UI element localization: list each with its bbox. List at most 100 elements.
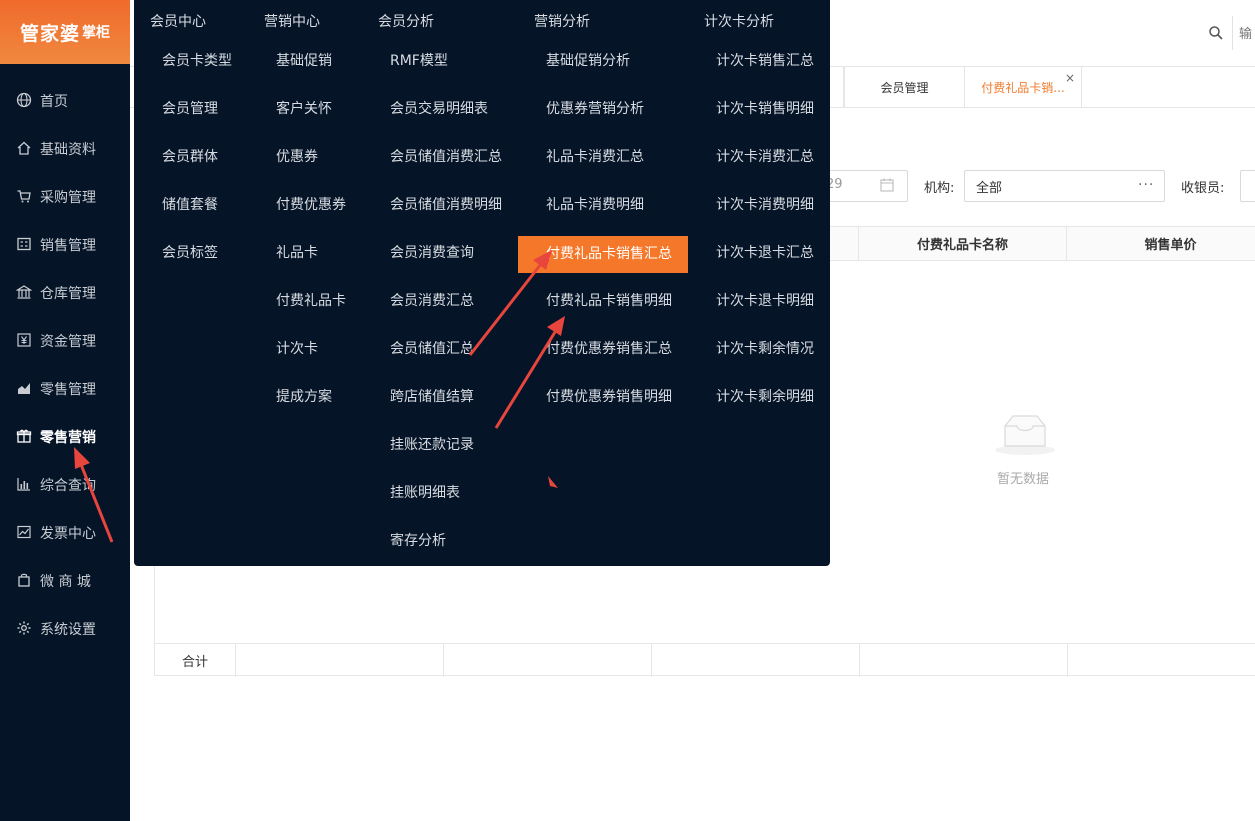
- chart-area-icon: [18, 383, 30, 394]
- home-icon: [17, 141, 31, 155]
- menu-item-paid-gift-card[interactable]: 付费礼品卡: [276, 284, 346, 318]
- calendar-icon[interactable]: [880, 178, 894, 192]
- sidebar-item-label: 系统设置: [40, 622, 96, 638]
- gift-icon: [16, 429, 32, 443]
- bag-icon: [18, 573, 30, 587]
- column-header-unit-price[interactable]: 销售单价: [1066, 227, 1255, 260]
- menu-item-coupon[interactable]: 优惠券: [276, 140, 318, 174]
- menu-item-credit-repayment-record[interactable]: 挂账还款记录: [390, 428, 474, 462]
- footer-cell: [859, 644, 1067, 677]
- sidebar-item-retail[interactable]: 零售管理: [0, 368, 130, 408]
- menu-item-member-consumption-query[interactable]: 会员消费查询: [390, 236, 474, 270]
- app-logo[interactable]: 管家婆 掌柜: [0, 0, 130, 64]
- empty-text: 暂无数据: [997, 472, 1050, 487]
- sidebar-item-label: 仓库管理: [40, 286, 96, 302]
- menu-item-count-card-sales-detail[interactable]: 计次卡销售明细: [716, 92, 814, 126]
- warehouse-icon: [16, 285, 32, 299]
- menu-item-count-card-remaining-status[interactable]: 计次卡剩余情况: [716, 332, 814, 366]
- sidebar-item-micro-mall[interactable]: 微 商 城: [0, 560, 130, 600]
- sidebar-item-sales[interactable]: 销售管理: [0, 224, 130, 264]
- table-footer: 合计: [155, 643, 1255, 677]
- mega-menu: 会员中心 营销中心 会员分析 营销分析 计次卡分析 会员卡类型 会员管理 会员群…: [134, 0, 830, 566]
- empty-box-icon: [995, 415, 1055, 455]
- sidebar-item-label: 首页: [40, 94, 68, 110]
- org-value: 全部: [976, 181, 1003, 196]
- menu-item-member-consumption-summary[interactable]: 会员消费汇总: [390, 284, 474, 318]
- menu-item-member-management[interactable]: 会员管理: [162, 92, 218, 126]
- cashier-select[interactable]: [1240, 170, 1255, 202]
- footer-cell: [651, 644, 859, 677]
- sidebar-item-label: 零售管理: [40, 382, 96, 398]
- menu-item-member-stored-summary[interactable]: 会员储值汇总: [390, 332, 474, 366]
- menu-item-count-card-refund-detail[interactable]: 计次卡退卡明细: [716, 284, 814, 318]
- sidebar-item-label: 零售营销: [40, 430, 96, 446]
- tab-member-management[interactable]: 会员管理: [844, 67, 964, 107]
- menu-item-credit-detail[interactable]: 挂账明细表: [390, 476, 460, 510]
- menu-item-coupon-marketing-analysis[interactable]: 优惠券营销分析: [546, 92, 644, 126]
- line-chart-icon: [17, 525, 31, 539]
- menu-item-count-card-refund-summary[interactable]: 计次卡退卡汇总: [716, 236, 814, 270]
- menu-item-member-tag[interactable]: 会员标签: [162, 236, 218, 270]
- footer-total-label: 合计: [181, 655, 208, 670]
- menu-item-member-stored-consumption-summary[interactable]: 会员储值消费汇总: [390, 140, 502, 174]
- cashier-label: 收银员:: [1181, 181, 1225, 196]
- menu-item-stored-value-package[interactable]: 储值套餐: [162, 188, 218, 222]
- cart-icon: [17, 190, 31, 203]
- sidebar-item-funds[interactable]: 资金管理: [0, 320, 130, 360]
- menu-column-title-member-center: 会员中心: [150, 14, 206, 30]
- menu-item-rmf-model[interactable]: RMF模型: [390, 44, 448, 78]
- menu-item-member-group[interactable]: 会员群体: [162, 140, 218, 174]
- column-header-gift-card-name[interactable]: 付费礼品卡名称: [858, 227, 1066, 260]
- menu-item-cross-store-settlement[interactable]: 跨店储值结算: [390, 380, 474, 414]
- footer-cell: [235, 644, 443, 677]
- calculator-icon: [17, 237, 31, 251]
- menu-item-paid-coupon[interactable]: 付费优惠券: [276, 188, 346, 222]
- sidebar-item-label: 发票中心: [40, 526, 96, 542]
- tab-paid-gift-card-sales[interactable]: 付费礼品卡销... ×: [964, 67, 1082, 107]
- sidebar-item-label: 销售管理: [40, 238, 96, 254]
- menu-item-customer-care[interactable]: 客户关怀: [276, 92, 332, 126]
- sidebar-item-query[interactable]: 综合查询: [0, 464, 130, 504]
- menu-item-basic-promotion[interactable]: 基础促销: [276, 44, 332, 78]
- sidebar-item-label: 资金管理: [40, 334, 96, 350]
- menu-item-basic-promotion-analysis[interactable]: 基础促销分析: [546, 44, 630, 78]
- close-icon[interactable]: ×: [1065, 71, 1075, 85]
- menu-item-count-card-consumption-detail[interactable]: 计次卡消费明细: [716, 188, 814, 222]
- menu-item-member-card-type[interactable]: 会员卡类型: [162, 44, 232, 78]
- search-icon[interactable]: [1208, 25, 1224, 41]
- menu-item-gift-card[interactable]: 礼品卡: [276, 236, 318, 270]
- menu-item-member-stored-consumption-detail[interactable]: 会员储值消费明细: [390, 188, 502, 222]
- sidebar-item-invoice[interactable]: 发票中心: [0, 512, 130, 552]
- menu-item-paid-gift-card-sales-detail[interactable]: 付费礼品卡销售明细: [546, 284, 672, 318]
- search-input[interactable]: [1232, 16, 1255, 50]
- gear-icon: [17, 621, 31, 635]
- menu-item-member-transaction-detail[interactable]: 会员交易明细表: [390, 92, 488, 126]
- menu-item-gift-card-consumption-summary[interactable]: 礼品卡消费汇总: [546, 140, 644, 174]
- menu-column-title-marketing-center: 营销中心: [264, 14, 320, 30]
- menu-item-paid-coupon-sales-summary[interactable]: 付费优惠券销售汇总: [546, 332, 672, 366]
- menu-item-commission-plan[interactable]: 提成方案: [276, 380, 332, 414]
- sidebar-item-retail-marketing[interactable]: 零售营销: [0, 416, 130, 456]
- sidebar-item-home[interactable]: 首页: [0, 80, 130, 120]
- menu-item-count-card-consumption-summary[interactable]: 计次卡消费汇总: [716, 140, 814, 174]
- sidebar-item-label: 综合查询: [40, 478, 96, 494]
- sidebar-item-label: 微 商 城: [40, 574, 91, 590]
- menu-item-count-card-remaining-detail[interactable]: 计次卡剩余明细: [716, 380, 814, 414]
- footer-cell: [1067, 644, 1255, 677]
- yen-icon: [17, 333, 31, 347]
- menu-column-title-member-analysis: 会员分析: [378, 14, 434, 30]
- menu-item-count-card[interactable]: 计次卡: [276, 332, 318, 366]
- sidebar-item-settings[interactable]: 系统设置: [0, 608, 130, 648]
- menu-item-deposit-analysis[interactable]: 寄存分析: [390, 524, 446, 558]
- menu-item-count-card-sales-summary[interactable]: 计次卡销售汇总: [716, 44, 814, 78]
- menu-item-gift-card-consumption-detail[interactable]: 礼品卡消费明细: [546, 188, 644, 222]
- logo-sub-text: 掌柜: [82, 25, 110, 41]
- menu-column-title-marketing-analysis: 营销分析: [534, 14, 590, 30]
- sidebar-item-purchase[interactable]: 采购管理: [0, 176, 130, 216]
- more-icon[interactable]: ···: [1138, 177, 1154, 193]
- sidebar-item-basic-data[interactable]: 基础资料: [0, 128, 130, 168]
- bar-chart-icon: [17, 478, 30, 491]
- menu-item-paid-coupon-sales-detail[interactable]: 付费优惠券销售明细: [546, 380, 672, 414]
- menu-item-paid-gift-card-sales-summary[interactable]: 付费礼品卡销售汇总: [518, 236, 688, 273]
- sidebar-item-warehouse[interactable]: 仓库管理: [0, 272, 130, 312]
